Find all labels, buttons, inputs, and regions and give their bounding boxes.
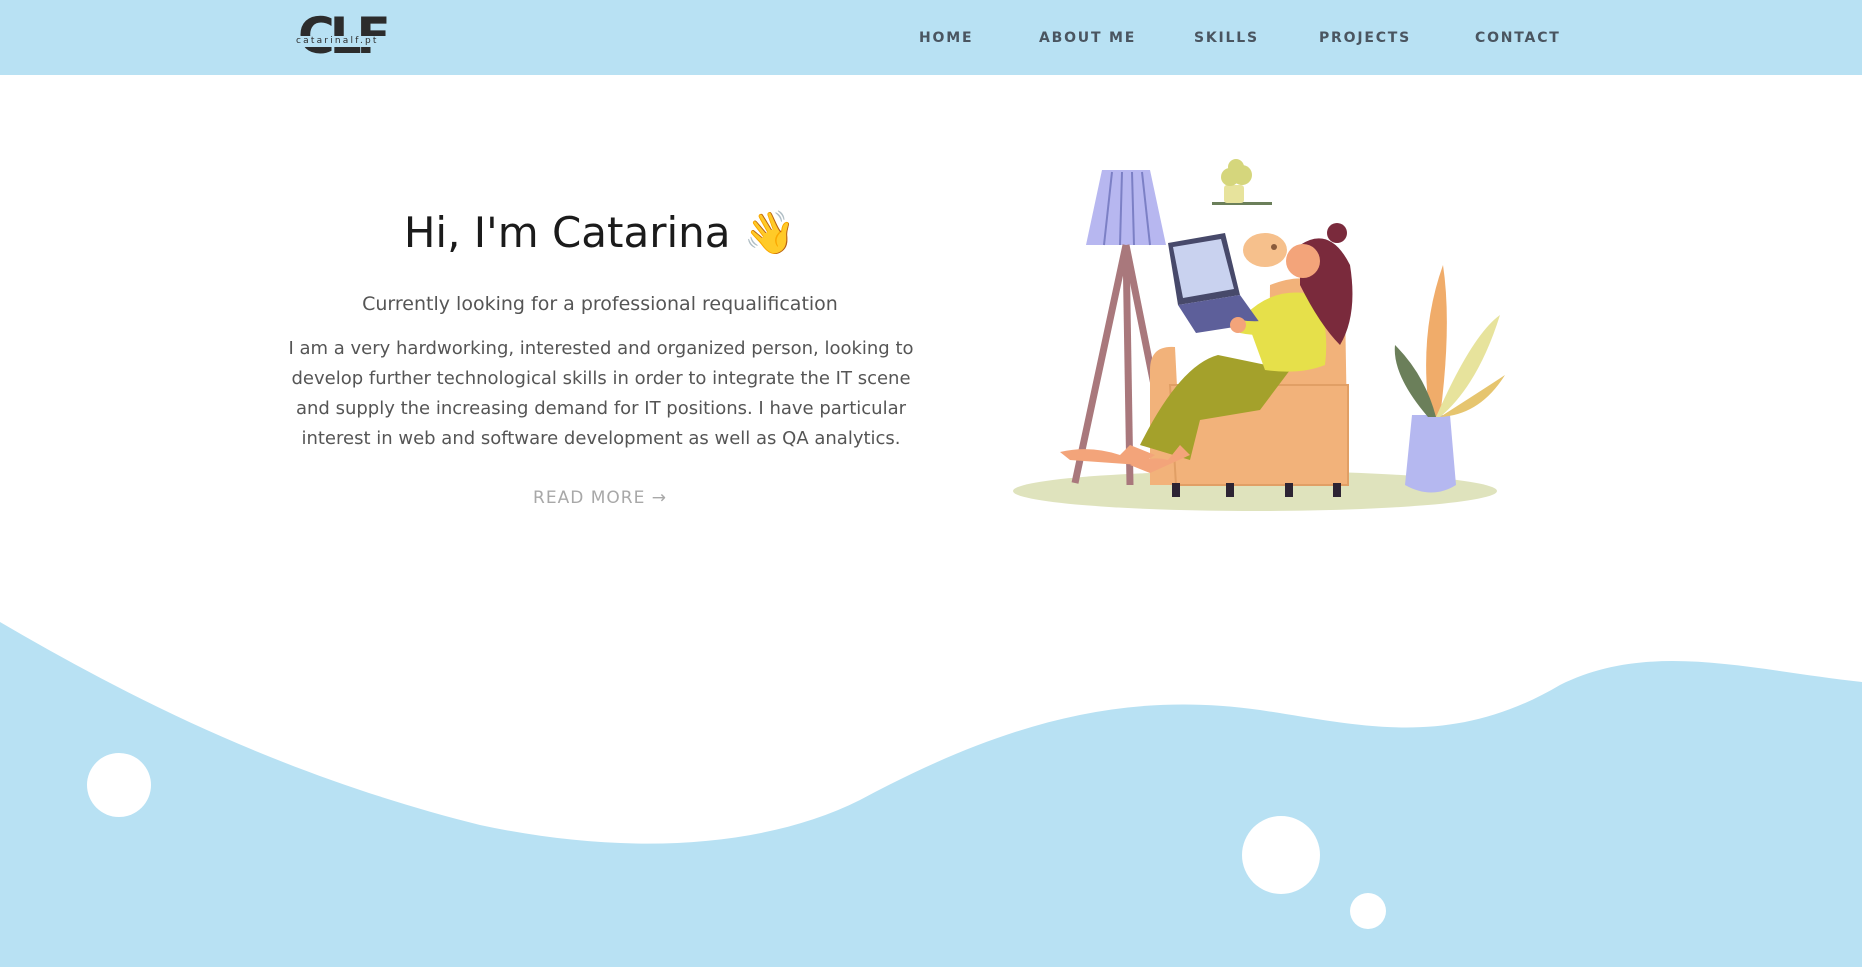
navbar: CLF catarinalf.pt HOME ABOUT ME SKILLS P…: [0, 0, 1862, 75]
lamp-leg-left: [1071, 244, 1130, 484]
read-more-link[interactable]: READ MORE →: [290, 485, 910, 511]
lamp-shade: [1086, 170, 1166, 245]
decorative-bubble: [1350, 893, 1386, 929]
decorative-bubble: [1242, 816, 1320, 894]
vase: [1405, 415, 1456, 493]
logo-subtext: catarinalf.pt: [294, 36, 406, 47]
cat: [1243, 233, 1287, 267]
logo[interactable]: CLF catarinalf.pt: [292, 7, 406, 65]
nav-about-link[interactable]: ABOUT ME: [1039, 28, 1136, 48]
hero-title: Hi, I'm Catarina 👋: [403, 208, 797, 257]
hero-subtitle: Currently looking for a professional req…: [362, 293, 838, 315]
nav-home-link[interactable]: HOME: [919, 28, 973, 48]
nav-contact-link[interactable]: CONTACT: [1475, 28, 1561, 48]
nav-skills-link[interactable]: SKILLS: [1194, 28, 1259, 48]
nav-projects-link[interactable]: PROJECTS: [1319, 28, 1411, 48]
shelf-pot: [1224, 185, 1244, 203]
woman-working-on-laptop-illustration: [1013, 159, 1505, 511]
background-wave: [0, 622, 1862, 967]
decorative-bubble: [87, 753, 151, 817]
hero-description: I am a very hardworking, interested and …: [288, 338, 914, 449]
